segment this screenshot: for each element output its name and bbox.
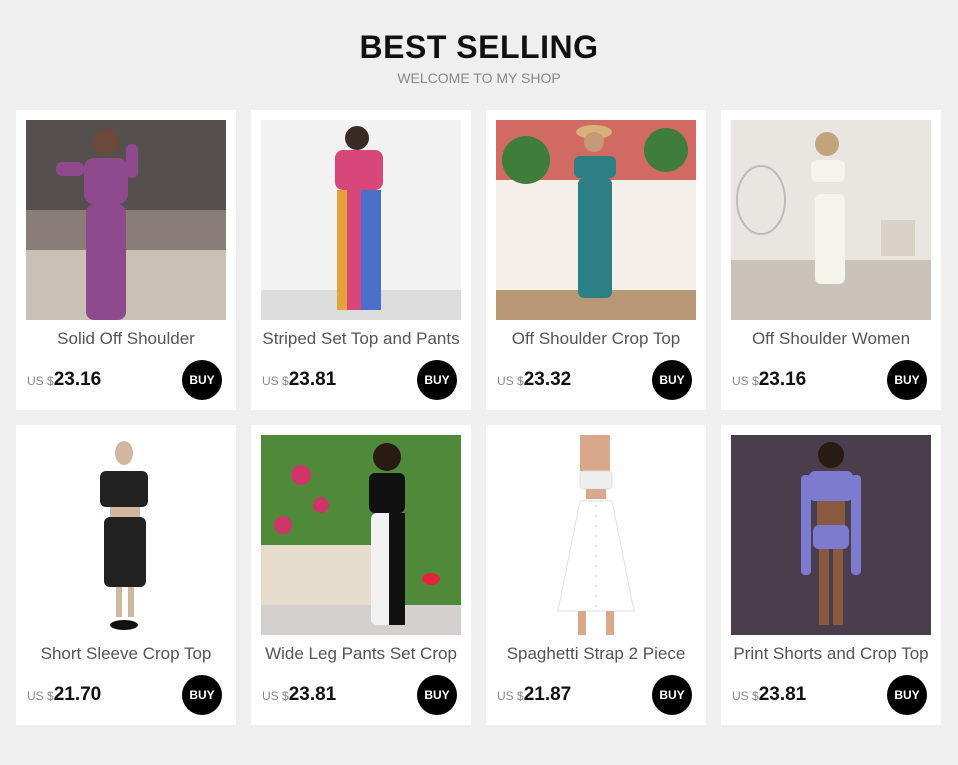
buy-button[interactable]: BUY: [887, 360, 927, 400]
product-card[interactable]: Striped Set Top and Pants US $23.81 BUY: [251, 110, 471, 410]
buy-button[interactable]: BUY: [652, 360, 692, 400]
buy-button[interactable]: BUY: [417, 360, 457, 400]
product-card[interactable]: Spaghetti Strap 2 Piece US $21.87 BUY: [486, 425, 706, 725]
product-price: US $21.70: [27, 683, 101, 708]
product-card[interactable]: Wide Leg Pants Set Crop US $23.81 BUY: [251, 425, 471, 725]
product-price: US $23.32: [497, 368, 571, 393]
product-name[interactable]: Spaghetti Strap 2 Piece: [486, 643, 706, 665]
currency-label: US $: [27, 374, 54, 388]
product-image[interactable]: [26, 120, 226, 320]
product-image[interactable]: [496, 435, 696, 635]
price-value: 23.32: [523, 369, 572, 390]
product-name[interactable]: Wide Leg Pants Set Crop: [251, 643, 471, 665]
section-header: BEST SELLING WELCOME TO MY SHOP: [0, 28, 958, 86]
product-image[interactable]: [496, 120, 696, 320]
buy-button[interactable]: BUY: [182, 675, 222, 715]
price-value: 23.81: [288, 369, 337, 390]
product-name[interactable]: Striped Set Top and Pants: [251, 328, 471, 350]
currency-label: US $: [262, 689, 289, 703]
price-value: 23.16: [758, 369, 807, 390]
price-value: 23.81: [288, 684, 337, 705]
product-image[interactable]: [261, 435, 461, 635]
product-name[interactable]: Short Sleeve Crop Top: [16, 643, 236, 665]
product-card[interactable]: Solid Off Shoulder US $23.16 BUY: [16, 110, 236, 410]
product-name[interactable]: Off Shoulder Crop Top: [486, 328, 706, 350]
product-name[interactable]: Off Shoulder Women: [721, 328, 941, 350]
currency-label: US $: [27, 689, 54, 703]
section-title: BEST SELLING: [359, 29, 599, 65]
currency-label: US $: [497, 374, 524, 388]
product-card[interactable]: Short Sleeve Crop Top US $21.70 BUY: [16, 425, 236, 725]
product-price: US $23.81: [732, 683, 806, 708]
currency-label: US $: [732, 374, 759, 388]
price-value: 21.87: [523, 684, 572, 705]
price-value: 21.70: [53, 684, 102, 705]
section-subtitle: WELCOME TO MY SHOP: [397, 70, 561, 86]
currency-label: US $: [732, 689, 759, 703]
buy-button[interactable]: BUY: [652, 675, 692, 715]
product-card[interactable]: Off Shoulder Crop Top US $23.32 BUY: [486, 110, 706, 410]
product-name[interactable]: Print Shorts and Crop Top: [721, 643, 941, 665]
product-image[interactable]: [731, 120, 931, 320]
currency-label: US $: [262, 374, 289, 388]
product-image[interactable]: [731, 435, 931, 635]
product-card[interactable]: Print Shorts and Crop Top US $23.81 BUY: [721, 425, 941, 725]
product-card[interactable]: Off Shoulder Women US $23.16 BUY: [721, 110, 941, 410]
price-value: 23.81: [758, 684, 807, 705]
product-price: US $23.81: [262, 368, 336, 393]
price-value: 23.16: [53, 369, 102, 390]
currency-label: US $: [497, 689, 524, 703]
product-price: US $23.16: [27, 368, 101, 393]
buy-button[interactable]: BUY: [887, 675, 927, 715]
product-image[interactable]: [261, 120, 461, 320]
product-name[interactable]: Solid Off Shoulder: [16, 328, 236, 350]
product-price: US $21.87: [497, 683, 571, 708]
product-price: US $23.81: [262, 683, 336, 708]
product-price: US $23.16: [732, 368, 806, 393]
buy-button[interactable]: BUY: [417, 675, 457, 715]
buy-button[interactable]: BUY: [182, 360, 222, 400]
product-image[interactable]: [26, 435, 226, 635]
